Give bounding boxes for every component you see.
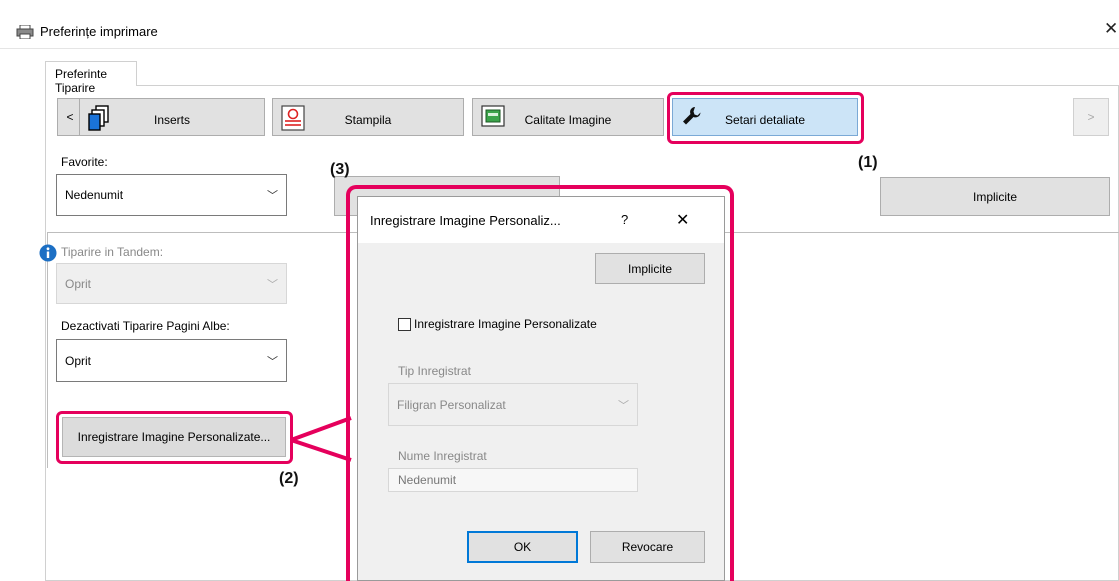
left-divider xyxy=(47,232,48,468)
chevron-down-icon: ﹀ xyxy=(267,355,278,368)
chevron-down-icon: ﹀ xyxy=(267,190,278,202)
defaults-button[interactable]: Implicite xyxy=(880,177,1110,216)
blank-pages-label: Dezactivati Tiparire Pagini Albe: xyxy=(61,319,230,333)
favorites-value: Nedenumit xyxy=(65,188,124,202)
blank-pages-value: Oprit xyxy=(65,353,92,368)
blank-pages-dropdown[interactable]: Oprit ﹀ xyxy=(56,339,287,382)
info-icon xyxy=(39,244,57,262)
callout-1: (1) xyxy=(858,154,878,171)
callout-3: (3) xyxy=(330,161,350,178)
tandem-dropdown[interactable]: Oprit ﹀ xyxy=(56,263,287,304)
tandem-value: Oprit xyxy=(65,276,92,291)
highlight-frame-1 xyxy=(667,92,864,144)
scroll-right-button[interactable]: > xyxy=(1073,98,1109,136)
highlight-frame-3 xyxy=(346,185,734,581)
image-quality-button[interactable]: Calitate Imagine xyxy=(472,98,664,136)
window-title: Preferințe imprimare xyxy=(40,24,158,39)
inserts-label: Inserts xyxy=(153,113,190,127)
inserts-button[interactable]: Inserts xyxy=(79,98,265,136)
callout-2: (2) xyxy=(279,470,299,487)
tab-printing-preferences[interactable]: Preferinte Tiparire xyxy=(45,61,137,95)
highlight-frame-2 xyxy=(56,411,293,464)
tandem-label: Tiparire in Tandem: xyxy=(61,245,164,259)
favorites-label: Favorite: xyxy=(61,155,108,169)
titlebar-divider xyxy=(0,48,1119,49)
window-titlebar xyxy=(0,0,1119,48)
stamp-button[interactable]: Stampila xyxy=(272,98,464,136)
printer-icon xyxy=(16,25,34,39)
favorites-dropdown[interactable]: Nedenumit ﹀ xyxy=(56,174,287,216)
chevron-down-icon: ﹀ xyxy=(267,278,278,291)
stamp-label: Stampila xyxy=(344,113,392,127)
close-icon[interactable]: ✕ xyxy=(1104,19,1118,39)
image-quality-label: Calitate Imagine xyxy=(524,113,612,127)
